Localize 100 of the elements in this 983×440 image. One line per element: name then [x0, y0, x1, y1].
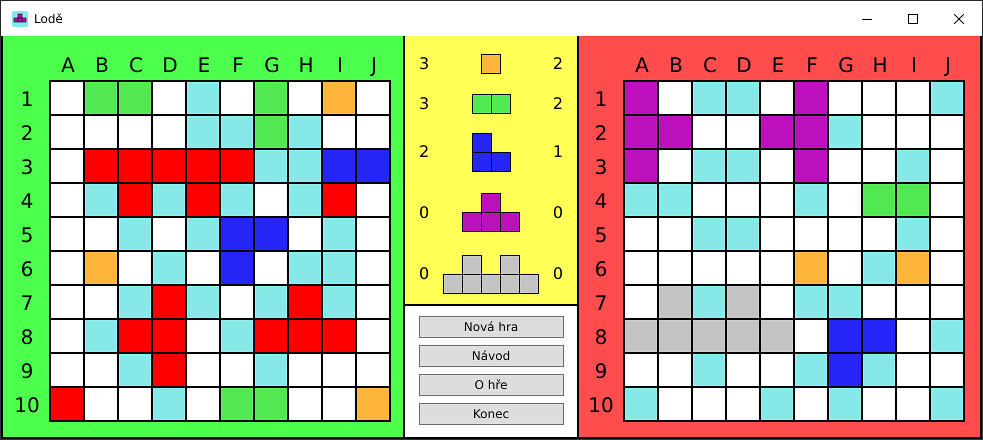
board-cell[interactable]	[863, 150, 895, 182]
board-cell[interactable]	[897, 82, 929, 114]
board-cell[interactable]	[323, 320, 355, 352]
board-cell[interactable]	[255, 252, 287, 284]
board-cell[interactable]	[289, 320, 321, 352]
board-cell[interactable]	[761, 354, 793, 386]
board-cell[interactable]	[659, 82, 691, 114]
board-cell[interactable]	[863, 320, 895, 352]
board-cell[interactable]	[255, 116, 287, 148]
board-cell[interactable]	[221, 286, 253, 318]
board-cell[interactable]	[795, 116, 827, 148]
board-cell[interactable]	[357, 150, 389, 182]
board-cell[interactable]	[625, 320, 657, 352]
board-cell[interactable]	[727, 116, 759, 148]
board-cell[interactable]	[829, 286, 861, 318]
board-cell[interactable]	[931, 184, 963, 216]
board-cell[interactable]	[187, 218, 219, 250]
board-cell[interactable]	[727, 184, 759, 216]
board-cell[interactable]	[221, 388, 253, 420]
board-cell[interactable]	[659, 320, 691, 352]
board-cell[interactable]	[51, 150, 83, 182]
board-cell[interactable]	[795, 354, 827, 386]
board-cell[interactable]	[255, 150, 287, 182]
board-cell[interactable]	[187, 116, 219, 148]
board-cell[interactable]	[221, 354, 253, 386]
board-cell[interactable]	[51, 218, 83, 250]
board-cell[interactable]	[153, 116, 185, 148]
board-cell[interactable]	[761, 184, 793, 216]
board-cell[interactable]	[187, 252, 219, 284]
board-cell[interactable]	[931, 354, 963, 386]
board-cell[interactable]	[659, 388, 691, 420]
board-cell[interactable]	[693, 184, 725, 216]
board-cell[interactable]	[119, 252, 151, 284]
board-cell[interactable]	[85, 82, 117, 114]
board-cell[interactable]	[153, 320, 185, 352]
board-cell[interactable]	[357, 286, 389, 318]
board-cell[interactable]	[357, 82, 389, 114]
menu-button[interactable]: Nová hra	[418, 316, 564, 338]
board-cell[interactable]	[289, 184, 321, 216]
board-cell[interactable]	[795, 218, 827, 250]
board-cell[interactable]	[289, 218, 321, 250]
board-cell[interactable]	[119, 116, 151, 148]
board-cell[interactable]	[187, 354, 219, 386]
board-cell[interactable]	[221, 150, 253, 182]
board-cell[interactable]	[221, 252, 253, 284]
board-cell[interactable]	[693, 116, 725, 148]
board-cell[interactable]	[795, 286, 827, 318]
board-cell[interactable]	[659, 184, 691, 216]
board-cell[interactable]	[289, 150, 321, 182]
board-cell[interactable]	[153, 252, 185, 284]
board-cell[interactable]	[931, 320, 963, 352]
board-cell[interactable]	[931, 252, 963, 284]
board-cell[interactable]	[221, 184, 253, 216]
board-cell[interactable]	[625, 286, 657, 318]
board-cell[interactable]	[289, 116, 321, 148]
board-cell[interactable]	[85, 252, 117, 284]
board-cell[interactable]	[693, 218, 725, 250]
board-cell[interactable]	[153, 388, 185, 420]
board-cell[interactable]	[727, 388, 759, 420]
board-cell[interactable]	[897, 150, 929, 182]
board-cell[interactable]	[897, 218, 929, 250]
board-cell[interactable]	[693, 82, 725, 114]
board-cell[interactable]	[323, 286, 355, 318]
board-cell[interactable]	[187, 184, 219, 216]
board-cell[interactable]	[727, 320, 759, 352]
board-cell[interactable]	[625, 354, 657, 386]
board-cell[interactable]	[659, 150, 691, 182]
board-cell[interactable]	[761, 116, 793, 148]
board-cell[interactable]	[625, 388, 657, 420]
board-cell[interactable]	[323, 252, 355, 284]
board-cell[interactable]	[153, 82, 185, 114]
board-cell[interactable]	[761, 82, 793, 114]
board-cell[interactable]	[693, 150, 725, 182]
board-cell[interactable]	[795, 252, 827, 284]
board-cell[interactable]	[323, 184, 355, 216]
board-cell[interactable]	[829, 388, 861, 420]
board-cell[interactable]	[863, 82, 895, 114]
board-cell[interactable]	[863, 286, 895, 318]
board-cell[interactable]	[357, 388, 389, 420]
board-cell[interactable]	[897, 354, 929, 386]
board-cell[interactable]	[931, 82, 963, 114]
board-cell[interactable]	[829, 320, 861, 352]
board-cell[interactable]	[795, 150, 827, 182]
board-cell[interactable]	[931, 150, 963, 182]
board-cell[interactable]	[51, 320, 83, 352]
board-cell[interactable]	[187, 286, 219, 318]
board-cell[interactable]	[187, 388, 219, 420]
board-cell[interactable]	[829, 354, 861, 386]
board-cell[interactable]	[863, 388, 895, 420]
board-cell[interactable]	[289, 286, 321, 318]
board-cell[interactable]	[289, 82, 321, 114]
board-cell[interactable]	[863, 116, 895, 148]
board-cell[interactable]	[323, 150, 355, 182]
board-cell[interactable]	[761, 150, 793, 182]
board-cell[interactable]	[51, 286, 83, 318]
board-cell[interactable]	[357, 116, 389, 148]
board-cell[interactable]	[255, 354, 287, 386]
board-cell[interactable]	[221, 320, 253, 352]
board-cell[interactable]	[51, 82, 83, 114]
board-cell[interactable]	[289, 354, 321, 386]
